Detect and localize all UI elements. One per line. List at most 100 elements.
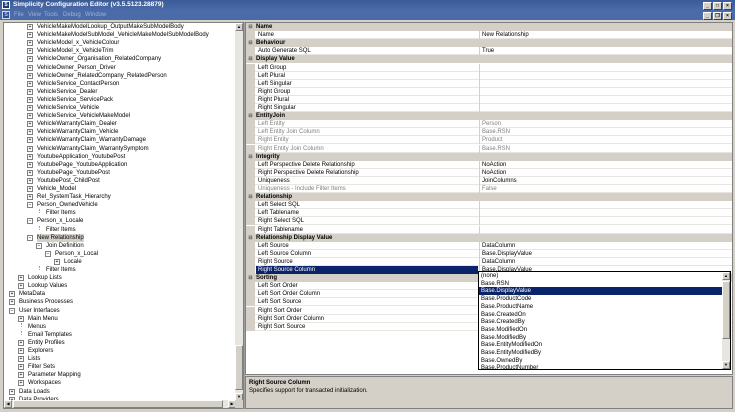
dropdown-option[interactable]: Base.EntityModifiedOn: [479, 341, 723, 349]
property-value[interactable]: [479, 87, 732, 96]
expand-icon[interactable]: +: [18, 315, 24, 322]
expand-icon[interactable]: +: [27, 177, 33, 184]
tree-item[interactable]: − Join Definition: [4, 242, 236, 250]
tree-item[interactable]: + Filter Sets: [4, 363, 236, 371]
scroll-up-icon[interactable]: ▲: [235, 23, 243, 31]
expand-icon[interactable]: +: [9, 299, 15, 306]
minimize-icon[interactable]: _: [703, 2, 712, 10]
expand-icon[interactable]: +: [18, 275, 24, 282]
collapse-icon[interactable]: −: [27, 218, 33, 225]
tree-item[interactable]: − Person_x_Locale: [4, 217, 236, 225]
dropdown-option[interactable]: Base.RSN: [479, 280, 723, 288]
property-row[interactable]: Right Select SQL: [246, 217, 732, 226]
dropdown-option[interactable]: (none): [479, 272, 723, 280]
expand-icon[interactable]: +: [27, 129, 33, 136]
expand-icon[interactable]: +: [27, 113, 33, 120]
tree-item[interactable]: + VehicleWarrantyClaim_WarrantySymptom: [4, 145, 236, 153]
dropdown-option[interactable]: Base.EntityModifiedBy: [479, 349, 723, 357]
window-titlebar[interactable]: S Simplicity Configuration Editor (v3.5.…: [0, 0, 735, 10]
tree-item[interactable]: + Workspaces: [4, 379, 236, 387]
tree-item[interactable]: + Explorers: [4, 347, 236, 355]
tree-item[interactable]: + Main Menu: [4, 315, 236, 323]
tree-item[interactable]: + Lists: [4, 355, 236, 363]
expand-icon[interactable]: +: [54, 258, 60, 265]
tree-item[interactable]: Filter Items: [4, 209, 236, 217]
property-value[interactable]: True: [479, 47, 732, 56]
property-value[interactable]: [479, 63, 732, 72]
menu-debug[interactable]: Debug: [63, 10, 81, 20]
property-value[interactable]: False: [479, 185, 732, 193]
tree-item[interactable]: + Data Loads: [4, 388, 236, 396]
tree-item[interactable]: + YoutubePost_ChildPost: [4, 177, 236, 185]
expand-icon[interactable]: +: [27, 64, 33, 71]
property-value[interactable]: [479, 201, 732, 210]
property-category[interactable]: ⊟ Integrity: [246, 152, 732, 161]
tree-item[interactable]: + VehicleMakeModelLookup_OutputMakeSubMod…: [4, 23, 236, 31]
property-row[interactable]: Uniqueness - Include Filter Items False: [246, 185, 732, 193]
property-row[interactable]: Right Entity Join Column Base.RSN: [246, 144, 732, 153]
tree-item[interactable]: + VehicleService_Vehicle: [4, 104, 236, 112]
mdi-restore-icon[interactable]: ❐: [713, 12, 722, 20]
expand-icon[interactable]: +: [9, 291, 15, 298]
dropdown-option[interactable]: Base.ModifiedBy: [479, 334, 723, 342]
dropdown-option[interactable]: Base.DisplayValue: [479, 287, 723, 296]
close-icon[interactable]: ×: [723, 2, 732, 10]
property-row[interactable]: Left Entity Join Column Base.RSN: [246, 128, 732, 137]
tree-item[interactable]: − User Interfaces: [4, 307, 236, 315]
tree-item[interactable]: − New Relationship: [4, 233, 236, 242]
menu-tools[interactable]: Tools: [44, 10, 58, 20]
collapse-icon[interactable]: −: [27, 234, 33, 241]
expand-icon[interactable]: +: [27, 80, 33, 87]
expand-icon[interactable]: +: [27, 194, 33, 201]
expand-icon[interactable]: +: [27, 40, 33, 47]
property-value[interactable]: Base.RSN: [479, 144, 732, 153]
tree-item[interactable]: − Person_OwnedVehicle: [4, 201, 236, 209]
property-value[interactable]: [479, 209, 732, 218]
category-collapse-icon[interactable]: ⊟: [246, 39, 255, 48]
property-value[interactable]: [479, 225, 732, 234]
property-row[interactable]: Left Entity Person: [246, 120, 732, 129]
property-row[interactable]: Left Plural: [246, 71, 732, 80]
tree-item[interactable]: + VehicleService_VehicleMakeModel: [4, 112, 236, 120]
mdi-close-icon[interactable]: ×: [723, 12, 732, 20]
dropdown-option[interactable]: Base.ProductName: [479, 303, 723, 311]
property-row[interactable]: Right Perspective Delete Relationship NoA…: [246, 168, 732, 177]
maximize-icon[interactable]: □: [713, 2, 722, 10]
category-collapse-icon[interactable]: ⊟: [246, 152, 255, 161]
category-collapse-icon[interactable]: ⊟: [246, 274, 255, 283]
collapse-icon[interactable]: −: [27, 202, 33, 209]
tree-item[interactable]: + Lookup Lists: [4, 274, 236, 282]
property-category[interactable]: ⊟ Name: [246, 23, 732, 31]
tree-item[interactable]: + VehicleOwner_Organisation_RelatedCompan…: [4, 55, 236, 63]
property-row[interactable]: Left Perspective Delete Relationship NoAc…: [246, 160, 732, 169]
expand-icon[interactable]: +: [18, 348, 24, 354]
expand-icon[interactable]: +: [27, 32, 33, 39]
tree-item[interactable]: + VehicleWarrantyClaim_WarrantyDamage: [4, 136, 236, 144]
expand-icon[interactable]: +: [27, 169, 33, 176]
tree-item[interactable]: + YoutubeApplication_YoutubePost: [4, 153, 236, 161]
property-row[interactable]: Left Source DataColumn: [246, 241, 732, 250]
property-value[interactable]: NoAction: [479, 168, 732, 177]
menu-file[interactable]: File: [14, 10, 24, 20]
tree-item[interactable]: + VehicleMakeModelSubModel_VehicleMakeMod…: [4, 31, 236, 39]
property-value[interactable]: Base.RSN: [479, 128, 732, 137]
expand-icon[interactable]: +: [18, 372, 24, 379]
tree-item[interactable]: Menus: [4, 322, 236, 331]
property-category[interactable]: ⊟ Relationship: [246, 193, 732, 202]
expand-icon[interactable]: +: [27, 72, 33, 79]
property-row[interactable]: Name New Relationship: [246, 31, 732, 40]
tree-item[interactable]: + Lookup Values: [4, 282, 236, 290]
tree-item[interactable]: + VehicleService_ContactPerson: [4, 80, 236, 88]
dropdown-option[interactable]: Base.ProductNumber: [479, 364, 723, 369]
category-collapse-icon[interactable]: ⊟: [246, 233, 255, 242]
category-collapse-icon[interactable]: ⊟: [246, 112, 255, 121]
tree-item[interactable]: + Entity Profiles: [4, 339, 236, 347]
dropdown-scrollbar[interactable]: ▲ ▼: [722, 272, 730, 369]
property-category[interactable]: ⊟ Relationship Display Value: [246, 233, 732, 242]
source-column-dropdown[interactable]: Base.ProductNumber Base.OwnedBy Base.Entit…: [478, 271, 731, 370]
menu-window[interactable]: Window: [85, 10, 106, 20]
expand-icon[interactable]: +: [27, 161, 33, 168]
property-value[interactable]: NoAction: [479, 160, 732, 169]
property-row[interactable]: Left Singular: [246, 79, 732, 88]
menu-view[interactable]: View: [28, 10, 41, 20]
